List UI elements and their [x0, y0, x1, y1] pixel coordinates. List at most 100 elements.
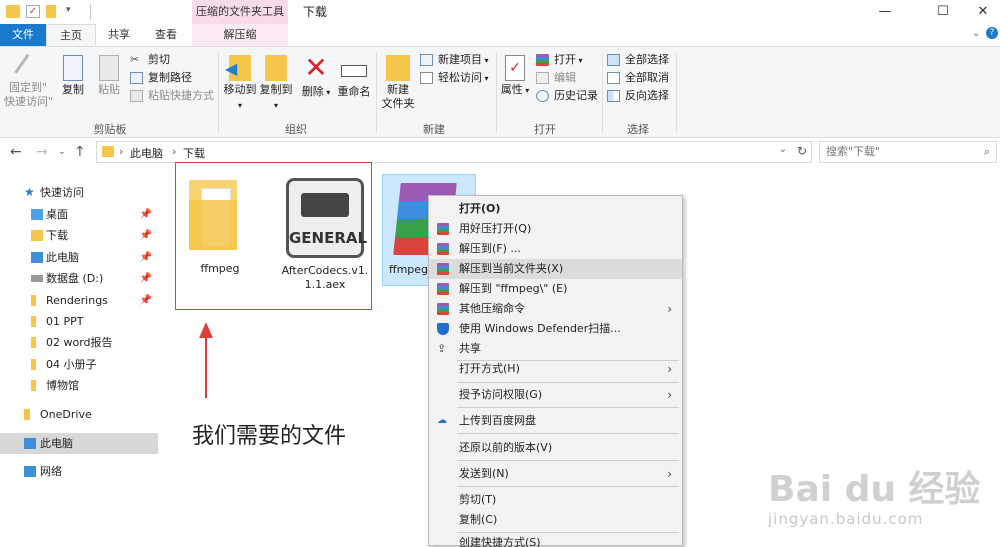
menu-item-create-shortcut[interactable]: 创建快捷方式(S)	[429, 535, 682, 547]
delete-button[interactable]: ✕ 删除 ▾	[300, 53, 332, 100]
menu-item-extract-to[interactable]: 解压到(F) ...	[429, 239, 682, 259]
general-badge-text: GENERAL	[289, 229, 368, 247]
paste-shortcut-button[interactable]: 粘贴快捷方式	[130, 87, 214, 105]
star-icon: ★	[24, 185, 35, 199]
nav-item-quick-access[interactable]: ★ 快速访问	[0, 182, 158, 203]
refresh-icon[interactable]: ↻	[797, 144, 807, 158]
menu-item-restore-versions[interactable]: 还原以前的版本(V)	[429, 438, 682, 458]
nav-item-this-pc[interactable]: 此电脑	[0, 433, 158, 454]
tab-view[interactable]: 查看	[142, 24, 190, 46]
minimize-button[interactable]: —	[862, 0, 908, 24]
copy-button[interactable]: 复制	[58, 53, 88, 97]
nav-item-downloads[interactable]: 下载 📌	[0, 225, 158, 246]
menu-item-upload-baidu[interactable]: ☁ 上传到百度网盘	[429, 411, 682, 431]
menu-item-open-with-haozip[interactable]: 用好压打开(Q)	[429, 219, 682, 239]
new-item-button[interactable]: 新建项目 ▾	[420, 51, 489, 69]
move-to-button[interactable]: ◀ 移动到 ▾	[222, 53, 258, 113]
annotation-arrow-shaft	[205, 332, 207, 398]
search-input[interactable]: 搜索"下载" ⌕	[819, 141, 997, 163]
move-to-icon: ◀	[225, 55, 251, 81]
tab-extract[interactable]: 解压缩	[192, 24, 288, 46]
nav-item-data-drive[interactable]: 数据盘 (D:) 📌	[0, 268, 158, 289]
nav-item-folder[interactable]: 01 PPT	[0, 311, 158, 332]
contextual-tab-header: 压缩的文件夹工具	[192, 0, 288, 24]
menu-item-defender-scan[interactable]: 使用 Windows Defender扫描...	[429, 319, 682, 339]
copy-path-button[interactable]: 复制路径	[130, 69, 192, 87]
group-label-organize: 组织	[285, 123, 307, 136]
select-all-button[interactable]: 全部选择	[607, 51, 669, 69]
menu-label: 使用 Windows Defender扫描...	[459, 322, 621, 335]
menu-item-give-access[interactable]: 授予访问权限(G) ›	[429, 385, 682, 405]
rename-button[interactable]: 重命名	[336, 53, 372, 99]
folder-icon	[31, 359, 36, 370]
nav-item-desktop[interactable]: 桌面 📌	[0, 204, 158, 225]
copy-to-button[interactable]: 复制到 ▾	[258, 53, 294, 113]
nav-item-folder[interactable]: 02 word报告	[0, 332, 158, 353]
nav-item-folder[interactable]: 04 小册子	[0, 354, 158, 375]
watermark-brand: Bai du 经验	[768, 469, 981, 510]
pin-icon: 📌	[139, 295, 152, 306]
computer-icon	[24, 438, 36, 449]
archive-icon	[437, 243, 449, 255]
menu-label: 打开方式(H)	[459, 362, 520, 375]
nav-item-renderings[interactable]: Renderings 📌	[0, 290, 158, 311]
menu-item-open-with[interactable]: 打开方式(H) ›	[429, 359, 682, 379]
menu-item-cut[interactable]: 剪切(T)	[429, 490, 682, 510]
tab-file[interactable]: 文件	[0, 24, 46, 46]
pin-quick-access-button[interactable]: 固定到" 快速访问"	[4, 53, 53, 109]
menu-item-send-to[interactable]: 发送到(N) ›	[429, 464, 682, 484]
cut-button[interactable]: ✂ 剪切	[130, 51, 170, 69]
annotation-text: 我们需要的文件	[192, 424, 347, 449]
address-dropdown-chevron-icon[interactable]: ⌄	[779, 144, 787, 155]
search-icon: ⌕	[983, 145, 990, 158]
nav-label: 01 PPT	[46, 315, 84, 328]
nav-label: 网络	[40, 465, 62, 478]
menu-item-share[interactable]: ⇪ 共享	[429, 339, 682, 359]
easy-access-button[interactable]: 轻松访问 ▾	[420, 69, 489, 87]
properties-button[interactable]: ✓ 属性 ▾	[500, 53, 530, 98]
menu-item-other-compress[interactable]: 其他压缩命令 ›	[429, 299, 682, 319]
properties-check-icon[interactable]: ✓	[26, 5, 40, 18]
nav-item-this-pc-pinned[interactable]: 此电脑 📌	[0, 247, 158, 268]
file-item-aex[interactable]: GENERAL AfterCodecs.v1. 1.1.aex	[278, 176, 372, 296]
tab-home[interactable]: 主页	[46, 24, 96, 46]
close-button[interactable]: ✕	[960, 0, 1000, 24]
menu-item-open[interactable]: 打开(O)	[429, 199, 682, 219]
breadcrumb-this-pc[interactable]: 此电脑	[130, 145, 163, 161]
history-button[interactable]: 历史记录	[536, 87, 598, 105]
address-bar[interactable]: › 此电脑 › 下载 ⌄ ↻	[96, 141, 812, 163]
breadcrumb-separator-icon: ›	[172, 145, 177, 158]
new-folder-icon[interactable]	[46, 5, 56, 18]
invert-selection-button[interactable]: 反向选择	[607, 87, 669, 105]
menu-label: 解压到 "ffmpeg\" (E)	[459, 282, 568, 295]
folder-icon[interactable]	[6, 5, 20, 18]
paste-label: 粘贴	[98, 83, 120, 96]
recent-locations-chevron-icon[interactable]: ⌄	[58, 147, 66, 157]
computer-icon	[31, 252, 43, 263]
forward-arrow-icon[interactable]: →	[36, 144, 48, 160]
customize-toolbar-chevron-icon[interactable]: ▾	[66, 5, 80, 18]
select-none-button[interactable]: 全部取消	[607, 69, 669, 87]
breadcrumb-downloads[interactable]: 下载	[183, 145, 205, 161]
new-folder-button[interactable]: 新建 文件夹	[380, 53, 416, 111]
delete-label: 删除	[301, 85, 324, 98]
menu-item-extract-to-folder[interactable]: 解压到 "ffmpeg\" (E)	[429, 279, 682, 299]
edit-button[interactable]: 编辑	[536, 69, 576, 87]
open-button[interactable]: 打开 ▾	[536, 51, 583, 69]
nav-item-folder[interactable]: 博物馆	[0, 375, 158, 396]
easy-access-icon	[420, 72, 433, 84]
up-arrow-icon[interactable]: ↑	[74, 144, 86, 160]
annotation-arrow-up-icon	[199, 322, 213, 338]
nav-item-network[interactable]: 网络	[0, 461, 158, 482]
tab-share[interactable]: 共享	[96, 24, 142, 46]
nav-item-onedrive[interactable]: OneDrive	[0, 404, 158, 425]
paste-button[interactable]: 粘贴	[92, 53, 126, 97]
collapse-ribbon-chevron-icon[interactable]: ⌄	[972, 28, 980, 39]
menu-separator	[457, 433, 679, 434]
menu-item-copy[interactable]: 复制(C)	[429, 510, 682, 530]
file-item-folder[interactable]: ffmpeg	[185, 172, 255, 275]
invert-selection-icon	[607, 90, 620, 102]
menu-item-extract-here[interactable]: 解压到当前文件夹(X)	[429, 259, 682, 279]
help-icon[interactable]: ?	[986, 27, 998, 39]
back-arrow-icon[interactable]: ←	[10, 144, 22, 160]
